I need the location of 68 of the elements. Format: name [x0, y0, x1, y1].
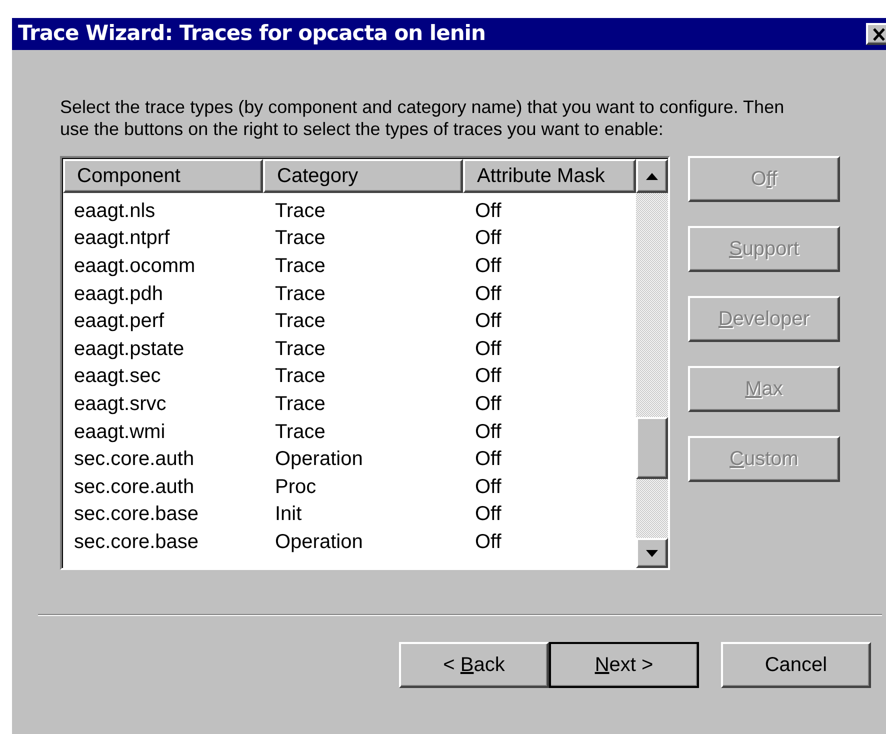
table-cell-text: Init: [274, 502, 303, 526]
table-row[interactable]: eaagt.wmi Trace Off: [63, 418, 636, 446]
table-cell-text: eaagt.sec: [73, 364, 162, 388]
scrollbar[interactable]: [636, 158, 668, 568]
close-button[interactable]: [866, 23, 886, 45]
table-cell-text: Off: [474, 198, 502, 223]
table-row[interactable]: sec.core.base Init Off: [63, 500, 636, 528]
table-cell-text: Off: [474, 392, 502, 416]
table-cell-text: eaagt.srvc: [73, 392, 168, 416]
table-row[interactable]: eaagt.ntprf Trace Off: [63, 224, 636, 252]
table-cell-text: Off: [474, 336, 502, 361]
close-icon: [872, 28, 886, 40]
table-cell-text: Trace: [274, 254, 326, 278]
wizard-button[interactable]: Next >: [549, 642, 699, 688]
table-row[interactable]: eaagt.ocomm Trace Off: [63, 252, 636, 280]
table-cell-text: Trace: [274, 420, 326, 444]
wizard-button[interactable]: Cancel: [721, 642, 871, 688]
table-cell-text: Off: [474, 282, 502, 306]
table-cell-text: sec.core.auth: [73, 474, 196, 499]
table-cell-text: Off: [474, 309, 502, 334]
table-cell-text: eaagt.ntprf: [73, 226, 171, 250]
table-row[interactable]: eaagt.pdh Trace Off: [63, 280, 636, 308]
up-arrow-icon: [646, 172, 658, 180]
table-cell-text: eaagt.perf: [73, 309, 166, 334]
column-header[interactable]: Component: [63, 159, 263, 193]
table-cell-text: sec.core.auth: [73, 447, 196, 472]
table-cell-text: eaagt.wmi: [73, 420, 166, 444]
table-cell-text: Trace: [274, 282, 326, 306]
table-row[interactable]: eaagt.sec Trace Off: [63, 362, 636, 390]
table-cell-text: Operation: [274, 447, 364, 472]
table-row[interactable]: sec.core.auth Operation Off: [63, 445, 636, 473]
instructions-text: Select the trace types (by component and category name) that you want to configure. Then use the buttons on the right to select the types of traces you want to enable:: [60, 96, 786, 140]
table-row[interactable]: sec.core.auth Proc Off: [63, 472, 636, 501]
table-cell-text: eaagt.pstate: [73, 336, 186, 361]
scroll-down-button[interactable]: [636, 538, 668, 568]
table-cell-text: Trace: [274, 198, 326, 223]
table-cell-text: eaagt.pdh: [73, 282, 164, 306]
column-header[interactable]: Attribute Mask: [463, 159, 636, 193]
table-cell-text: Off: [474, 447, 502, 472]
table-cell-text: Off: [474, 474, 502, 499]
table-cell-text: eaagt.ocomm: [73, 254, 196, 278]
down-arrow-icon: [646, 550, 658, 556]
table-row[interactable]: eaagt.nls Trace Off: [63, 197, 636, 225]
table-cell-text: Proc: [274, 474, 318, 499]
column-header[interactable]: Category: [263, 159, 463, 193]
table-cell-text: Off: [474, 364, 502, 388]
table-cell-text: Off: [474, 530, 502, 554]
table-cell-text: sec.core.base: [73, 502, 200, 526]
table-cell-text: Operation: [274, 530, 364, 554]
scroll-up-button[interactable]: [636, 159, 668, 193]
table-cell-text: Off: [474, 226, 502, 250]
table-row[interactable]: eaagt.perf Trace Off: [63, 307, 636, 335]
table-cell-text: Off: [474, 420, 502, 444]
wizard-button[interactable]: < Back: [399, 642, 549, 688]
table-cell-text: Trace: [274, 226, 326, 250]
table-cell-text: Trace: [274, 364, 326, 388]
table-cell-text: sec.core.base: [73, 530, 200, 554]
table-row[interactable]: eaagt.srvc Trace Off: [63, 390, 636, 418]
table-cell-text: Trace: [274, 392, 326, 416]
table-row[interactable]: eaagt.pstate Trace Off: [63, 334, 636, 363]
table-cell-text: eaagt.nls: [73, 198, 156, 223]
table-cell-text: Trace: [274, 309, 326, 334]
scroll-thumb[interactable]: [636, 417, 668, 479]
table-cell-text: Off: [474, 502, 502, 526]
table-row[interactable]: sec.core.base Operation Off: [63, 528, 636, 556]
table-cell-text: Trace: [274, 336, 326, 361]
table-cell-text: Off: [474, 254, 502, 278]
window-title: Trace Wizard: Traces for opcacta on lenin: [18, 20, 486, 48]
